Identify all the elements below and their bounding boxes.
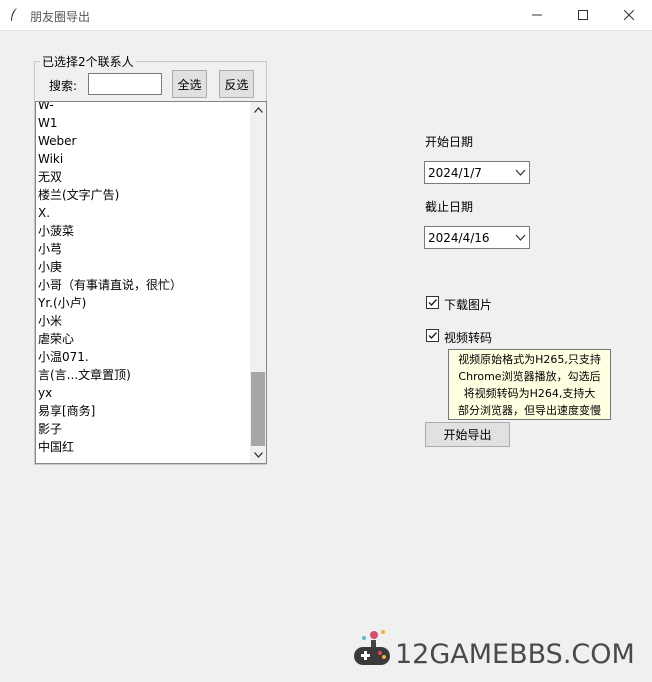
chevron-down-icon bbox=[515, 234, 526, 241]
list-item[interactable]: 中国红 bbox=[38, 438, 250, 456]
download-images-label[interactable]: 下载图片 bbox=[444, 296, 492, 313]
tooltip-line: 部分浏览器，但导出速度变慢 bbox=[458, 404, 601, 417]
select-all-button[interactable]: 全选 bbox=[172, 70, 207, 98]
list-item[interactable]: 言(言...文章置顶) bbox=[38, 366, 250, 384]
search-label: 搜索: bbox=[49, 79, 78, 93]
maximize-icon bbox=[578, 10, 588, 20]
list-item[interactable]: W1 bbox=[38, 114, 250, 132]
video-transcode-tooltip: 视频原始格式为H265,只支持 Chrome浏览器播放，勾选后 将视频转码为H2… bbox=[448, 349, 611, 420]
minimize-icon bbox=[532, 14, 542, 16]
list-item[interactable]: 小米 bbox=[38, 312, 250, 330]
list-item[interactable]: 易享[商务] bbox=[38, 402, 250, 420]
contacts-list: W- W1 Weber Wiki 无双 楼兰(文字广告) X. 小菠菜 小芎 小庚 小哥（有事请直说… bbox=[38, 102, 250, 456]
video-transcode-label[interactable]: 视频转码 bbox=[444, 329, 492, 346]
download-images-checkbox[interactable] bbox=[426, 296, 439, 309]
contacts-listbox[interactable]: W- W1 Weber Wiki 无双 楼兰(文字广告) X. 小菠菜 小芎 小庚 小哥（有事请直说… bbox=[35, 101, 267, 464]
title-bar: 朋友圈导出 bbox=[0, 0, 652, 31]
start-date-select[interactable]: 2024/1/7 bbox=[424, 161, 530, 184]
list-item[interactable]: Yr.(小卢) bbox=[38, 294, 250, 312]
window-title: 朋友圈导出 bbox=[30, 10, 91, 24]
start-export-button[interactable]: 开始导出 bbox=[425, 422, 510, 447]
feather-icon bbox=[11, 8, 17, 21]
watermark-text: 12GAMEBBS.COM bbox=[395, 639, 635, 670]
close-button[interactable] bbox=[606, 0, 652, 30]
scroll-thumb[interactable] bbox=[251, 372, 265, 446]
minimize-button[interactable] bbox=[514, 0, 560, 30]
end-date-label: 截止日期 bbox=[425, 200, 474, 214]
list-item[interactable]: 影子 bbox=[38, 420, 250, 438]
checkmark-icon bbox=[428, 332, 438, 340]
selected-count-label: 已选择2个联系人 bbox=[40, 53, 136, 70]
list-item[interactable]: 小菠菜 bbox=[38, 222, 250, 240]
list-scrollbar[interactable] bbox=[250, 102, 266, 463]
search-input[interactable] bbox=[88, 73, 162, 95]
list-item[interactable]: X. bbox=[38, 204, 250, 222]
end-date-value: 2024/4/16 bbox=[428, 231, 490, 245]
scroll-up-button[interactable] bbox=[250, 102, 266, 118]
list-item[interactable]: W- bbox=[38, 102, 250, 114]
list-item[interactable]: 虐荣心 bbox=[38, 330, 250, 348]
gamepad-logo-icon bbox=[354, 630, 390, 665]
list-item[interactable]: 楼兰(文字广告) bbox=[38, 186, 250, 204]
tooltip-line: 将视频转码为H264,支持大 bbox=[463, 387, 596, 400]
checkmark-icon bbox=[428, 299, 438, 307]
invert-selection-button[interactable]: 反选 bbox=[219, 70, 254, 98]
list-item[interactable]: 小庚 bbox=[38, 258, 250, 276]
chevron-up-icon bbox=[253, 107, 263, 113]
tooltip-line: 视频原始格式为H265,只支持 bbox=[458, 353, 601, 366]
list-item[interactable]: 小哥（有事请直说，很忙） bbox=[38, 276, 250, 294]
end-date-select[interactable]: 2024/4/16 bbox=[424, 226, 530, 249]
close-icon bbox=[624, 10, 634, 20]
list-item[interactable]: Wiki bbox=[38, 150, 250, 168]
chevron-down-icon bbox=[253, 452, 263, 458]
video-transcode-checkbox[interactable] bbox=[426, 329, 439, 342]
list-item[interactable]: 无双 bbox=[38, 168, 250, 186]
list-item[interactable]: 小芎 bbox=[38, 240, 250, 258]
list-item[interactable]: yx bbox=[38, 384, 250, 402]
chevron-down-icon bbox=[515, 169, 526, 176]
scroll-down-button[interactable] bbox=[250, 447, 266, 463]
list-item[interactable]: 小温071. bbox=[38, 348, 250, 366]
tooltip-line: Chrome浏览器播放，勾选后 bbox=[458, 370, 601, 383]
start-date-label: 开始日期 bbox=[425, 135, 474, 149]
start-date-value: 2024/1/7 bbox=[428, 166, 482, 180]
maximize-button[interactable] bbox=[560, 0, 606, 30]
list-item[interactable]: Weber bbox=[38, 132, 250, 150]
